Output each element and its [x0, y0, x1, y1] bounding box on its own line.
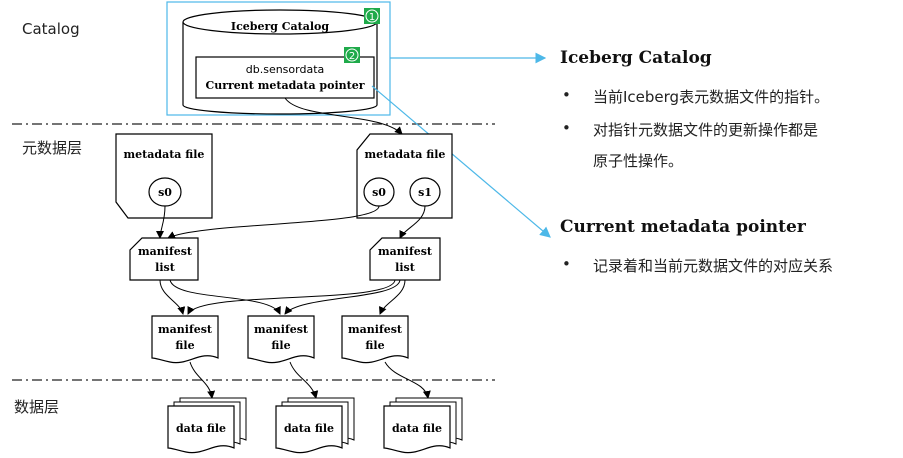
catalog-bullet-2-dot: • [562, 119, 571, 137]
data-file-3-label: data file [392, 422, 442, 435]
pointer-table-name: db.sensordata [246, 63, 325, 76]
manifest-list-left-line2: list [155, 261, 176, 274]
catalog-title: Iceberg Catalog [231, 20, 329, 33]
manifest-file-1-line1: manifest [158, 323, 213, 336]
manifest-file-3-line2: file [365, 339, 384, 352]
catalog-bullet-1: 当前Iceberg表元数据文件的指针。 [593, 88, 830, 106]
snapshot-s0-right-label: s0 [372, 186, 386, 199]
manifest-list-left-line1: manifest [138, 245, 193, 258]
manifest-file-2-line2: file [271, 339, 290, 352]
arrow-list-left-to-mf1 [159, 279, 186, 315]
manifest-file-1-line2: file [175, 339, 194, 352]
manifest-list-right-line2: list [395, 261, 416, 274]
metadata-file-right [356, 133, 453, 219]
data-file-1-label: data file [176, 422, 226, 435]
manifest-list-right-line1: manifest [378, 245, 433, 258]
badge-1-number: 1 [369, 12, 375, 23]
snapshot-s0-left-label: s0 [158, 186, 172, 199]
pointer-bullet-1-dot: • [562, 255, 571, 273]
catalog-bullet-2-line2: 原子性操作。 [593, 152, 684, 170]
right-panel-pointer-title: Current metadata pointer [560, 217, 806, 237]
catalog-bullet-2-line1: 对指针元数据文件的更新操作都是 [593, 121, 819, 139]
data-file-2-label: data file [284, 422, 334, 435]
manifest-file-2-line1: manifest [254, 323, 309, 336]
metadata-file-right-label: metadata file [365, 148, 446, 161]
arrow-list-left-to-mf2 [169, 279, 281, 315]
manifest-file-3-line1: manifest [348, 323, 403, 336]
arrow-list-right-to-mf3 [379, 279, 406, 315]
catalog-bullet-1-dot: • [562, 86, 571, 104]
badge-2-number: 2 [349, 51, 355, 62]
right-panel-catalog-title: Iceberg Catalog [560, 48, 712, 68]
snapshot-s1-right-label: s1 [418, 186, 432, 199]
pointer-label: Current metadata pointer [205, 79, 364, 92]
metadata-file-left-label: metadata file [124, 148, 205, 161]
pointer-bullet-1: 记录着和当前元数据文件的对应关系 [593, 257, 834, 275]
